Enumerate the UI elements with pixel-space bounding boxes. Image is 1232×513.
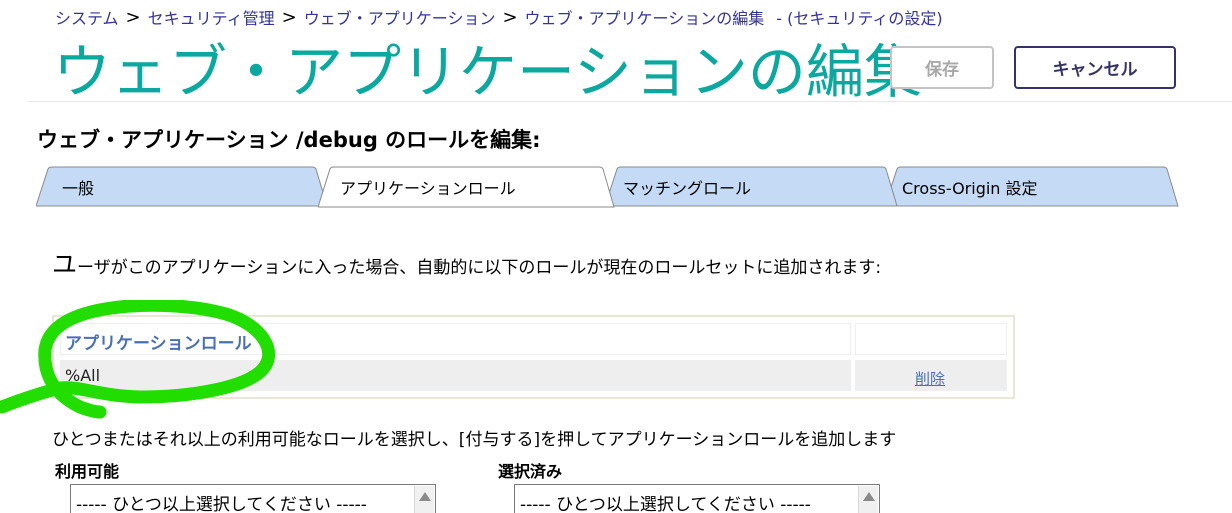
tab-application-roles[interactable]: アプリケーションロール	[318, 166, 615, 208]
available-roles-placeholder: ----- ひとつ以上選択してください -----	[76, 495, 367, 513]
selected-roles-listbox[interactable]: ----- ひとつ以上選択してください -----	[514, 484, 880, 513]
selected-roles-placeholder: ----- ひとつ以上選択してください -----	[520, 495, 811, 513]
scroll-up-arrow-icon[interactable]	[858, 486, 878, 513]
description-rest: ーザがこのアプリケーションに入った場合、自動的に以下のロールが現在のロールセット…	[77, 258, 882, 278]
breadcrumb-suffix: - (セキュリティの設定)	[776, 9, 943, 28]
tab-cross-origin[interactable]: Cross-Origin 設定	[885, 166, 1179, 207]
tab-general[interactable]: 一般	[36, 166, 328, 207]
available-label: 利用可能	[55, 462, 120, 481]
tab-matching-roles-label: マッチングロール	[623, 178, 752, 198]
selected-label: 選択済み	[498, 462, 563, 481]
breadcrumb: システム > セキュリティ管理 > ウェブ・アプリケーション > ウェブ・アプリ…	[55, 5, 943, 29]
description-text: ユーザがこのアプリケーションに入った場合、自動的に以下のロールが現在のロールセッ…	[52, 250, 932, 283]
cancel-button[interactable]: キャンセル	[1014, 46, 1176, 89]
available-roles-listbox[interactable]: ----- ひとつ以上選択してください -----	[70, 484, 436, 513]
title-divider	[28, 101, 1232, 102]
tab-application-roles-label: アプリケーションロール	[340, 178, 516, 198]
highlight-annotation	[0, 300, 276, 419]
section-title: ウェブ・アプリケーション /debug のロールを編集:	[37, 128, 541, 152]
save-button[interactable]: 保存	[890, 46, 994, 89]
description-first-char: ユ	[52, 250, 78, 279]
breadcrumb-separator: >	[125, 6, 141, 28]
breadcrumb-system-link[interactable]: システム	[55, 5, 119, 29]
breadcrumb-webapp-link[interactable]: ウェブ・アプリケーション	[304, 5, 496, 29]
page-title: ウェブ・アプリケーションの編集	[53, 38, 922, 106]
delete-role-link[interactable]: 削除	[915, 368, 945, 389]
breadcrumb-current: ウェブ・アプリケーションの編集	[524, 9, 765, 28]
breadcrumb-separator: >	[281, 6, 297, 28]
tab-general-label: 一般	[62, 178, 95, 198]
breadcrumb-separator: >	[502, 6, 518, 28]
breadcrumb-security-link[interactable]: セキュリティ管理	[148, 5, 275, 29]
tab-cross-origin-label: Cross-Origin 設定	[902, 178, 1038, 198]
table-header-action-cell	[855, 323, 1007, 355]
tab-matching-roles[interactable]: マッチングロール	[605, 166, 898, 207]
instruction-text: ひとつまたはそれ以上の利用可能なロールを選択し、[付与する]を押してアプリケーシ…	[52, 430, 897, 450]
tab-bar: 一般 Cross-Origin 設定 マッチングロール アプリケーションロール	[0, 166, 1232, 208]
scroll-up-arrow-icon[interactable]	[414, 486, 434, 513]
